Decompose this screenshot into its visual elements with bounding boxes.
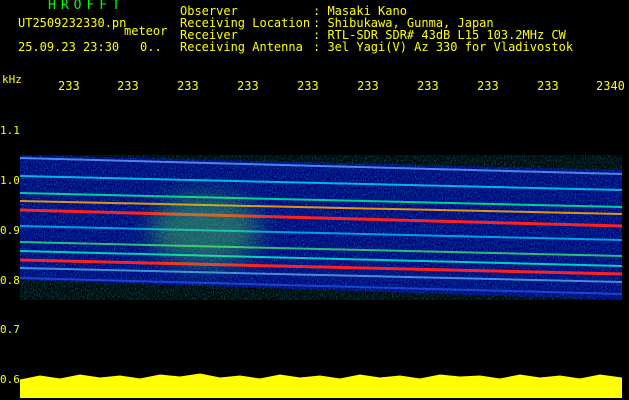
meteor-label: meteor xyxy=(124,24,168,38)
meteor-echo xyxy=(150,195,260,265)
y-tick-label: 1.0 xyxy=(0,174,20,187)
y-tick-label: 0.7 xyxy=(0,323,20,336)
y-tick-label: 0.8 xyxy=(0,274,20,287)
antenna-value: : 3el Yagi(V) Az 330 for Vladivostok xyxy=(313,40,574,54)
x-tick-label: 233 xyxy=(477,79,499,93)
x-tick-label: 233 xyxy=(117,79,139,93)
antenna-label: Receiving Antenna xyxy=(180,40,303,54)
x-tick-label: 233 xyxy=(177,79,199,93)
meteor-count: 0.. xyxy=(140,40,162,54)
x-tick-label: 233 xyxy=(537,79,559,93)
app-title: HROFFT xyxy=(48,0,125,13)
spectrogram-plot xyxy=(20,155,622,398)
y-axis-unit: kHz xyxy=(2,73,22,86)
y-tick-label: 0.6 xyxy=(0,373,20,386)
y-tick-label: 1.1 xyxy=(0,124,20,137)
amplitude-bar xyxy=(20,373,622,398)
x-tick-label: 233 xyxy=(237,79,259,93)
x-tick-label: 233 xyxy=(417,79,439,93)
x-tick-label: 233 xyxy=(58,79,80,93)
date-time: 25.09.23 23:30 xyxy=(18,40,120,54)
x-tick-label: 233 xyxy=(357,79,379,93)
file-name: UT2509232330.pn xyxy=(18,16,127,30)
x-tick-label: 2340 xyxy=(596,79,625,93)
y-tick-label: 0.9 xyxy=(0,224,20,237)
x-tick-label: 233 xyxy=(297,79,319,93)
